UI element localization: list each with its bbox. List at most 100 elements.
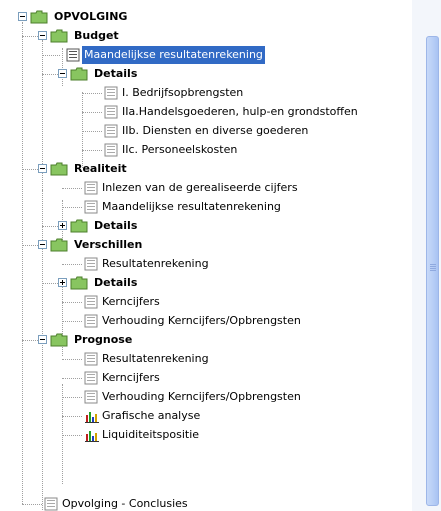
- tree-label: OPVOLGING: [54, 10, 128, 23]
- expand-toggle-icon[interactable]: [58, 278, 67, 287]
- report-icon: [104, 124, 118, 138]
- tree-line: [62, 397, 82, 398]
- tree-label: Kerncijfers: [102, 371, 160, 384]
- tree-item[interactable]: Resultatenrekening: [0, 255, 410, 273]
- collapse-toggle-icon[interactable]: [38, 164, 47, 173]
- tree-label: Inlezen van de gerealiseerde cijfers: [102, 181, 298, 194]
- report-icon: [104, 86, 118, 100]
- tree-label: Details: [94, 67, 138, 80]
- tree-line: [62, 188, 82, 189]
- tree-label: Opvolging - Conclusies: [62, 497, 188, 510]
- report-icon: [104, 143, 118, 157]
- folder-icon: [70, 219, 88, 233]
- tree-item[interactable]: IIa.Handelsgoederen, hulp-en grondstoffe…: [0, 103, 410, 121]
- collapse-toggle-icon[interactable]: [38, 335, 47, 344]
- tree-line: [42, 55, 60, 56]
- tree-node-root[interactable]: OPVOLGING: [0, 8, 410, 26]
- tree-label: Grafische analyse: [102, 409, 201, 422]
- tree-label: Details: [94, 276, 138, 289]
- tree-line: [62, 378, 82, 379]
- tree-label: IIc. Personeelskosten: [122, 143, 238, 156]
- tree-item[interactable]: Verhouding Kerncijfers/Opbrengsten: [0, 312, 410, 330]
- tree-label: Kerncijfers: [102, 295, 160, 308]
- tree-item[interactable]: Resultatenrekening: [0, 350, 410, 368]
- tree-label: IIa.Handelsgoederen, hulp-en grondstoffe…: [122, 105, 358, 118]
- tree-label: Verhouding Kerncijfers/Opbrengsten: [102, 390, 301, 403]
- tree-line: [22, 36, 38, 37]
- tree-line: [62, 435, 82, 436]
- tree-node-verschillen-details[interactable]: Details: [0, 274, 410, 292]
- scrollbar-grip-icon: [430, 264, 436, 272]
- tree-line: [22, 340, 38, 341]
- report-icon: [44, 497, 58, 511]
- tree-node-budget-details[interactable]: Details: [0, 65, 410, 83]
- folder-open-icon: [50, 162, 68, 176]
- tree-line: [62, 416, 82, 417]
- tree-item[interactable]: IIb. Diensten en diverse goederen: [0, 122, 410, 140]
- tree-node-budget[interactable]: Budget: [0, 27, 410, 45]
- tree-line: [82, 150, 102, 151]
- bar-chart-icon: [85, 412, 99, 423]
- folder-open-icon: [50, 333, 68, 347]
- tree-line: [82, 131, 102, 132]
- report-icon: [84, 352, 98, 366]
- report-icon: [104, 105, 118, 119]
- tree-line: [22, 504, 42, 505]
- collapse-toggle-icon[interactable]: [18, 12, 27, 21]
- tree-line: [42, 226, 58, 227]
- report-icon: [84, 257, 98, 271]
- tree-label: Details: [94, 219, 138, 232]
- tree-item[interactable]: Maandelijkse resultatenrekening: [0, 198, 410, 216]
- tree-line: [62, 321, 82, 322]
- tree-item[interactable]: IIc. Personeelskosten: [0, 141, 410, 159]
- tree-line: [62, 207, 82, 208]
- tree-line: [82, 112, 102, 113]
- vertical-scrollbar[interactable]: [412, 0, 441, 511]
- tree-label: I. Bedrijfsopbrengsten: [122, 86, 244, 99]
- tree-label: Verhouding Kerncijfers/Opbrengsten: [102, 314, 301, 327]
- tree-node-realiteit-details[interactable]: Details: [0, 217, 410, 235]
- tree-item[interactable]: Verhouding Kerncijfers/Opbrengsten: [0, 388, 410, 406]
- folder-open-icon: [50, 29, 68, 43]
- tree-item[interactable]: I. Bedrijfsopbrengsten: [0, 84, 410, 102]
- tree-label: Resultatenrekening: [102, 257, 209, 270]
- folder-open-icon: [70, 67, 88, 81]
- tree-label: Budget: [74, 29, 119, 42]
- tree-node-prognose[interactable]: Prognose: [0, 331, 410, 349]
- tree-label: Maandelijkse resultatenrekening: [82, 46, 265, 64]
- tree-item[interactable]: Inlezen van de gerealiseerde cijfers: [0, 179, 410, 197]
- tree-item[interactable]: Grafische analyse: [0, 407, 410, 425]
- report-icon: [84, 200, 98, 214]
- report-icon: [84, 295, 98, 309]
- tree-line: [22, 245, 38, 246]
- collapse-toggle-icon[interactable]: [38, 31, 47, 40]
- tree-view[interactable]: OPVOLGING Budget Maandelijkse resultaten…: [0, 0, 412, 511]
- report-icon: [84, 314, 98, 328]
- tree-node-verschillen[interactable]: Verschillen: [0, 236, 410, 254]
- report-icon: [84, 390, 98, 404]
- tree-line: [62, 264, 82, 265]
- tree-item[interactable]: Kerncijfers: [0, 293, 410, 311]
- folder-open-icon: [30, 10, 48, 24]
- report-icon: [84, 181, 98, 195]
- tree-label: Verschillen: [74, 238, 143, 251]
- tree-item[interactable]: Opvolging - Conclusies: [0, 495, 410, 511]
- collapse-toggle-icon[interactable]: [58, 69, 67, 78]
- collapse-toggle-icon[interactable]: [38, 240, 47, 249]
- expand-toggle-icon[interactable]: [58, 221, 67, 230]
- bar-chart-icon: [85, 431, 99, 442]
- tree-node-realiteit[interactable]: Realiteit: [0, 160, 410, 178]
- tree-label: Realiteit: [74, 162, 127, 175]
- tree-label: Liquiditeitspositie: [102, 428, 200, 441]
- report-icon: [66, 48, 80, 62]
- tree-line: [82, 93, 102, 94]
- tree-label: Resultatenrekening: [102, 352, 209, 365]
- scrollbar-thumb[interactable]: [426, 36, 439, 506]
- tree-line: [42, 283, 58, 284]
- tree-line: [22, 169, 38, 170]
- tree-label: IIb. Diensten en diverse goederen: [122, 124, 309, 137]
- tree-item[interactable]: Liquiditeitspositie: [0, 426, 410, 444]
- tree-item[interactable]: Maandelijkse resultatenrekening: [0, 46, 410, 64]
- tree-item[interactable]: Kerncijfers: [0, 369, 410, 387]
- folder-open-icon: [50, 238, 68, 252]
